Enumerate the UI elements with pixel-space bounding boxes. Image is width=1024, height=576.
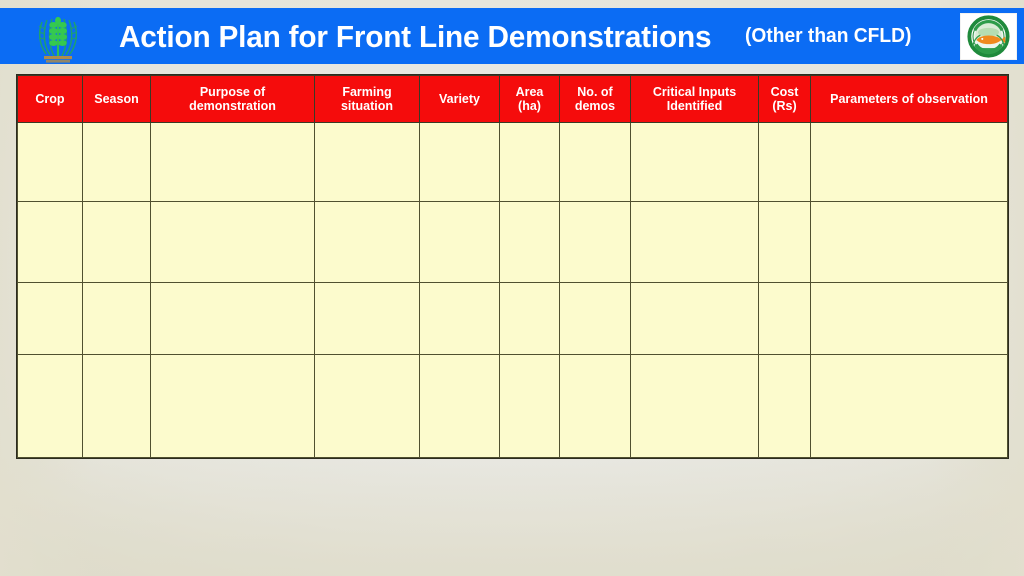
cell-parameters-of-observation[interactable] [810,122,1008,202]
cell-farming-situation[interactable] [314,201,420,283]
cell-critical-inputs[interactable] [630,122,759,202]
column-header-season: Season [82,75,151,123]
cell-critical-inputs[interactable] [630,282,759,355]
cell-no-of-demos[interactable] [559,201,631,283]
cell-farming-situation[interactable] [314,354,420,458]
column-header-cost: Cost (Rs) [758,75,811,123]
column-header-crop: Crop [17,75,83,123]
cell-cost[interactable] [758,354,811,458]
cell-no-of-demos[interactable] [559,282,631,355]
presentation-slide: Action Plan for Front Line Demonstration… [0,0,1024,576]
cell-variety[interactable] [419,354,500,458]
column-header-farming-situation-label: Farming situation [340,85,394,113]
cell-cost[interactable] [758,282,811,355]
cell-season[interactable] [82,201,151,283]
cell-variety[interactable] [419,122,500,202]
column-header-variety: Variety [419,75,500,123]
cell-variety[interactable] [419,201,500,283]
column-header-purpose: Purpose of demonstration [150,75,315,123]
cell-parameters-of-observation[interactable] [810,282,1008,355]
action-plan-table: Crop Season Purpose of demonstration Far… [17,75,1008,458]
cell-cost[interactable] [758,201,811,283]
cell-area[interactable] [499,201,560,283]
table-row[interactable] [17,354,1008,458]
cell-variety[interactable] [419,282,500,355]
slide-title-main: Action Plan for Front Line Demonstration… [119,18,712,54]
cell-parameters-of-observation[interactable] [810,354,1008,458]
cell-cost[interactable] [758,122,811,202]
cell-no-of-demos[interactable] [559,122,631,202]
column-header-cost-label: Cost (Rs) [770,85,799,113]
column-header-critical-inputs: Critical Inputs Identified [630,75,759,123]
column-header-purpose-label: Purpose of demonstration [189,85,276,113]
cell-season[interactable] [82,282,151,355]
cell-crop[interactable] [17,354,83,458]
cell-crop[interactable] [17,282,83,355]
cell-purpose[interactable] [150,201,315,283]
cell-critical-inputs[interactable] [630,201,759,283]
column-header-parameters-of-observation-label: Parameters of observation [830,92,988,106]
cell-parameters-of-observation[interactable] [810,201,1008,283]
cell-crop[interactable] [17,201,83,283]
column-header-parameters-of-observation: Parameters of observation [810,75,1008,123]
column-header-farming-situation: Farming situation [314,75,420,123]
column-header-no-of-demos-label: No. of demos [574,85,616,113]
cell-season[interactable] [82,354,151,458]
column-header-critical-inputs-label: Critical Inputs Identified [652,85,737,113]
column-header-area-label: Area (ha) [515,85,544,113]
kvk-circular-emblem-icon [960,13,1017,60]
column-header-area: Area (ha) [499,75,560,123]
table-row[interactable] [17,201,1008,283]
cell-critical-inputs[interactable] [630,354,759,458]
slide-title-subtitle: (Other than CFLD) [745,25,912,47]
cell-purpose[interactable] [150,354,315,458]
column-header-no-of-demos: No. of demos [559,75,631,123]
cell-purpose[interactable] [150,122,315,202]
cell-area[interactable] [499,122,560,202]
slide-title: Action Plan for Front Line Demonstration… [0,8,1024,64]
table-row[interactable] [17,282,1008,355]
cell-no-of-demos[interactable] [559,354,631,458]
cell-season[interactable] [82,122,151,202]
cell-purpose[interactable] [150,282,315,355]
table-row[interactable] [17,122,1008,202]
column-header-season-label: Season [94,92,139,106]
table-header-row: Crop Season Purpose of demonstration Far… [17,75,1008,123]
cell-area[interactable] [499,282,560,355]
cell-crop[interactable] [17,122,83,202]
column-header-crop-label: Crop [35,92,65,106]
column-header-variety-label: Variety [438,92,480,106]
cell-farming-situation[interactable] [314,122,420,202]
slide-title-bar: Action Plan for Front Line Demonstration… [0,8,1024,64]
cell-area[interactable] [499,354,560,458]
cell-farming-situation[interactable] [314,282,420,355]
